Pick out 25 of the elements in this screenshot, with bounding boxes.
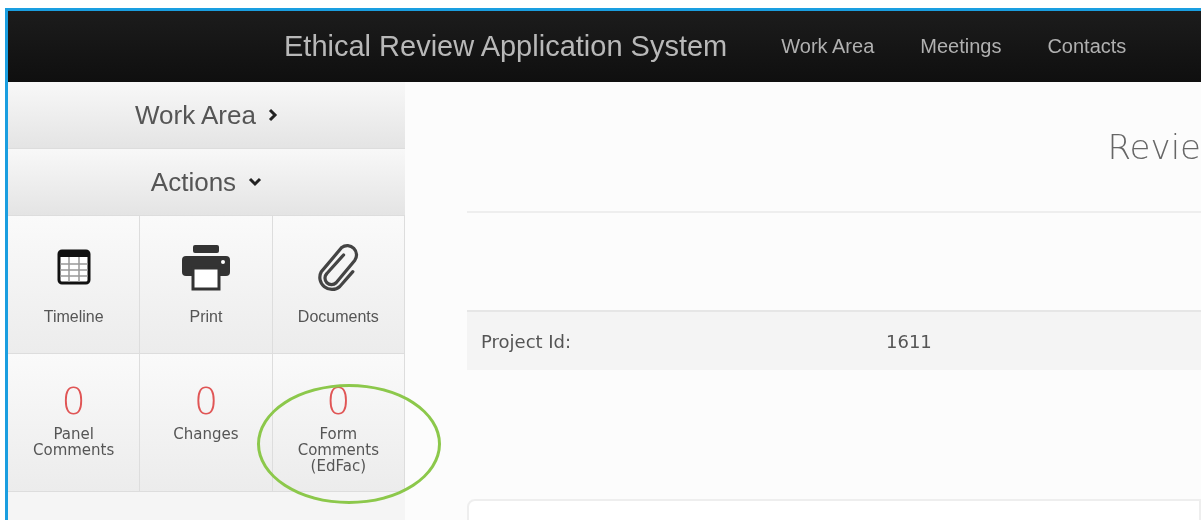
comment-count: 0 [61,380,86,422]
field-label: Project Id: [480,330,573,352]
tile-label: Changes [172,426,240,442]
tile-label: Print [189,308,223,326]
comment-count: 0 [193,380,219,422]
action-tile[interactable]: 0 Changes [140,354,273,492]
app-title: Ethical Review Application System [284,30,728,63]
nav-link[interactable]: Meetings [920,35,1002,58]
action-tile[interactable]: Documents [272,216,405,354]
tile-label: Documents [297,308,379,326]
action-tile[interactable]: Timeline [8,216,141,354]
nav-link[interactable]: Contacts [1047,35,1127,58]
action-tile[interactable]: 0 Panel Comments [8,354,141,492]
printer-icon [181,242,231,292]
action-tile[interactable]: Print [140,216,273,354]
comment-count: 0 [326,380,351,422]
tile-label: Panel Comments [32,426,116,458]
field-value: 1611 [886,330,932,352]
tile-label: Timeline [43,308,104,326]
action-tile[interactable]: 0 Form Comments (EdFac) [272,354,405,492]
chevron-right-icon [267,108,278,122]
chevron-down-icon [248,177,263,187]
tile-label: Form Comments (EdFac) [296,426,380,474]
nav-link[interactable]: Work Area [781,35,875,58]
page-heading: Revie [1107,126,1201,167]
